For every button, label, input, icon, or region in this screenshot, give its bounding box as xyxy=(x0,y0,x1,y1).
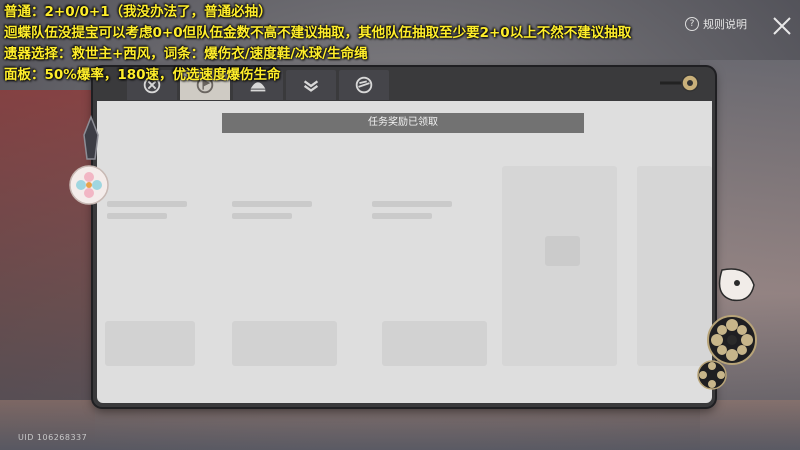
lantern-ornament xyxy=(64,114,114,210)
ghost-text xyxy=(372,213,432,219)
reward-card xyxy=(382,321,487,366)
ghost-text xyxy=(232,201,312,207)
uid-label: UID 106268337 xyxy=(18,433,88,442)
guide-line: 遗器选择：救世主+西风，词条：爆伤衣/速度鞋/冰球/生命绳 xyxy=(4,46,368,62)
rules-link[interactable]: ? 规则说明 xyxy=(685,16,747,32)
panel-ornament-top xyxy=(660,73,710,93)
ghost-text xyxy=(107,201,187,207)
close-button[interactable] xyxy=(770,14,794,38)
rules-label: 规则说明 xyxy=(703,18,747,31)
flower-ornament xyxy=(692,265,762,395)
reward-card xyxy=(232,321,337,366)
close-icon xyxy=(773,17,791,35)
reward-card-large xyxy=(502,166,617,366)
guide-overlay: 普通：2+0/0+1（我没办法了，普通必抽） 迴蝶队伍没提宝可以考虑0+0但队伍… xyxy=(4,2,631,86)
reward-claimed-banner: 任务奖励已领取 xyxy=(222,113,584,133)
background-floor xyxy=(0,400,800,450)
ghost-text xyxy=(232,213,292,219)
guide-line: 迴蝶队伍没提宝可以考虑0+0但队伍金数不高不建议抽取，其他队伍抽取至少要2+0以… xyxy=(4,25,632,41)
guide-line: 面板：50%爆率，180速，优选速度爆伤生命 xyxy=(4,67,281,83)
ghost-text xyxy=(107,213,167,219)
ghost-text xyxy=(372,201,452,207)
reward-card xyxy=(105,321,195,366)
question-icon: ? xyxy=(685,17,699,31)
guide-line: 普通：2+0/0+1（我没办法了，普通必抽） xyxy=(4,4,272,20)
panel-body xyxy=(97,101,712,403)
reward-icon xyxy=(545,236,580,266)
